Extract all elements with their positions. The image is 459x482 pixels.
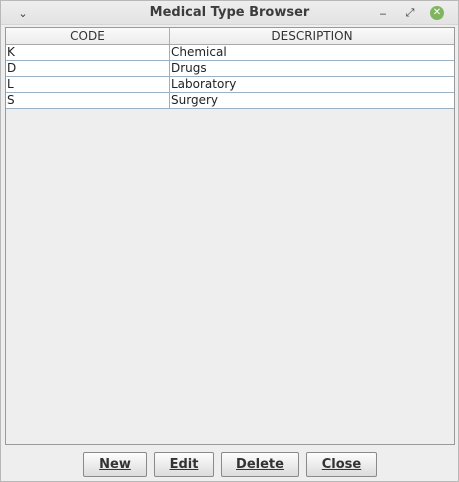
close-circle: ✕ [430, 6, 444, 20]
medical-type-browser-window: ⌄ Medical Type Browser ‒ ⤢ ✕ CODE DESCRI… [0, 0, 459, 482]
table-header: CODE DESCRIPTION [6, 28, 454, 45]
table-row[interactable]: K Chemical [6, 45, 454, 61]
new-button[interactable]: New [83, 452, 147, 477]
delete-button[interactable]: Delete [221, 452, 299, 477]
close-button[interactable]: Close [306, 452, 377, 477]
column-header-description[interactable]: DESCRIPTION [170, 28, 454, 44]
table-body: K Chemical D Drugs L Laboratory S Surger… [6, 45, 454, 109]
title-bar[interactable]: ⌄ Medical Type Browser ‒ ⤢ ✕ [1, 1, 458, 25]
code-cell[interactable]: D [6, 61, 170, 76]
table-row[interactable]: S Surgery [6, 93, 454, 109]
code-cell[interactable]: L [6, 77, 170, 92]
table-row[interactable]: L Laboratory [6, 77, 454, 93]
code-cell[interactable]: K [6, 45, 170, 60]
maximize-icon[interactable]: ⤢ [402, 5, 418, 21]
close-window-icon[interactable]: ✕ [429, 5, 445, 21]
description-cell[interactable]: Surgery [170, 93, 454, 108]
description-cell[interactable]: Chemical [170, 45, 454, 60]
table-row[interactable]: D Drugs [6, 61, 454, 77]
minimize-icon[interactable]: ‒ [375, 5, 391, 21]
code-cell[interactable]: S [6, 93, 170, 108]
column-header-code[interactable]: CODE [6, 28, 170, 44]
description-cell[interactable]: Drugs [170, 61, 454, 76]
description-cell[interactable]: Laboratory [170, 77, 454, 92]
medical-type-table[interactable]: CODE DESCRIPTION K Chemical D Drugs L La… [5, 27, 455, 445]
edit-button[interactable]: Edit [154, 452, 214, 477]
